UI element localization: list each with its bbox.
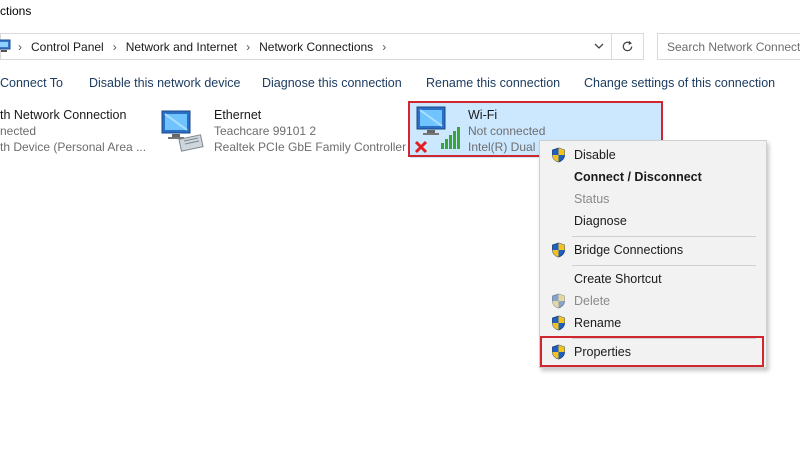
uac-shield-icon xyxy=(551,315,566,331)
menu-label: Create Shortcut xyxy=(574,272,662,286)
connection-status: nected xyxy=(0,124,37,138)
menu-label: Connect / Disconnect xyxy=(574,170,702,184)
search-box[interactable] xyxy=(657,33,800,60)
disable-device-button[interactable]: Disable this network device xyxy=(89,76,240,90)
menu-label: Bridge Connections xyxy=(574,243,684,257)
menu-label: Delete xyxy=(574,294,611,308)
menu-separator xyxy=(572,236,756,237)
connection-status: Teachcare 99101 2 xyxy=(214,124,317,138)
address-bar[interactable]: › Control Panel › Network and Internet ›… xyxy=(0,33,612,60)
window-title: ctions xyxy=(0,4,32,18)
uac-shield-icon xyxy=(551,147,566,163)
context-menu: Disable Connect / Disconnect Status Diag… xyxy=(539,140,767,368)
connection-device: th Device (Personal Area ... xyxy=(0,140,147,154)
menu-item-delete: Delete xyxy=(540,290,766,312)
menu-item-disable[interactable]: Disable xyxy=(540,144,766,166)
menu-label: Status xyxy=(574,192,610,206)
menu-label: Disable xyxy=(574,148,616,162)
change-settings-button[interactable]: Change settings of this connection xyxy=(584,76,775,90)
rename-connection-button[interactable]: Rename this connection xyxy=(426,76,560,90)
command-toolbar: Connect To Disable this network device D… xyxy=(0,70,800,97)
refresh-button[interactable] xyxy=(612,33,644,60)
connect-to-button[interactable]: Connect To xyxy=(0,76,63,90)
chevron-down-icon[interactable] xyxy=(593,40,605,52)
breadcrumb-network-internet[interactable]: Network and Internet xyxy=(126,40,237,54)
refresh-icon xyxy=(622,41,633,52)
menu-item-diagnose[interactable]: Diagnose xyxy=(540,210,766,232)
menu-item-status: Status xyxy=(540,188,766,210)
menu-item-rename[interactable]: Rename xyxy=(540,312,766,334)
menu-separator xyxy=(572,265,756,266)
connection-item-ethernet[interactable]: Ethernet Teachcare 99101 2 Realtek PCIe … xyxy=(160,105,407,156)
chevron-right-icon[interactable]: › xyxy=(113,40,117,54)
diagnose-connection-button[interactable]: Diagnose this connection xyxy=(262,76,402,90)
menu-item-bridge-connections[interactable]: Bridge Connections xyxy=(540,239,766,261)
chevron-right-icon[interactable]: › xyxy=(18,40,22,54)
uac-shield-icon xyxy=(551,242,566,258)
connection-device: Realtek PCIe GbE Family Controller xyxy=(214,140,407,154)
control-panel-icon xyxy=(0,39,13,53)
breadcrumb-control-panel[interactable]: Control Panel xyxy=(31,40,104,54)
menu-item-create-shortcut[interactable]: Create Shortcut xyxy=(540,268,766,290)
chevron-right-icon[interactable]: › xyxy=(382,40,386,54)
search-input[interactable] xyxy=(658,34,800,59)
uac-shield-icon xyxy=(551,293,566,309)
ethernet-adapter-icon xyxy=(160,107,206,156)
chevron-right-icon[interactable]: › xyxy=(246,40,250,54)
connection-name: Ethernet xyxy=(214,108,262,122)
menu-item-connect-disconnect[interactable]: Connect / Disconnect xyxy=(540,166,766,188)
breadcrumb-network-connections[interactable]: Network Connections xyxy=(259,40,373,54)
connection-item-bluetooth[interactable]: th Network Connection nected th Device (… xyxy=(0,105,150,155)
menu-label: Rename xyxy=(574,316,622,330)
connection-name: th Network Connection xyxy=(0,108,127,122)
menu-label: Diagnose xyxy=(574,214,627,228)
properties-highlight-box xyxy=(540,336,764,367)
